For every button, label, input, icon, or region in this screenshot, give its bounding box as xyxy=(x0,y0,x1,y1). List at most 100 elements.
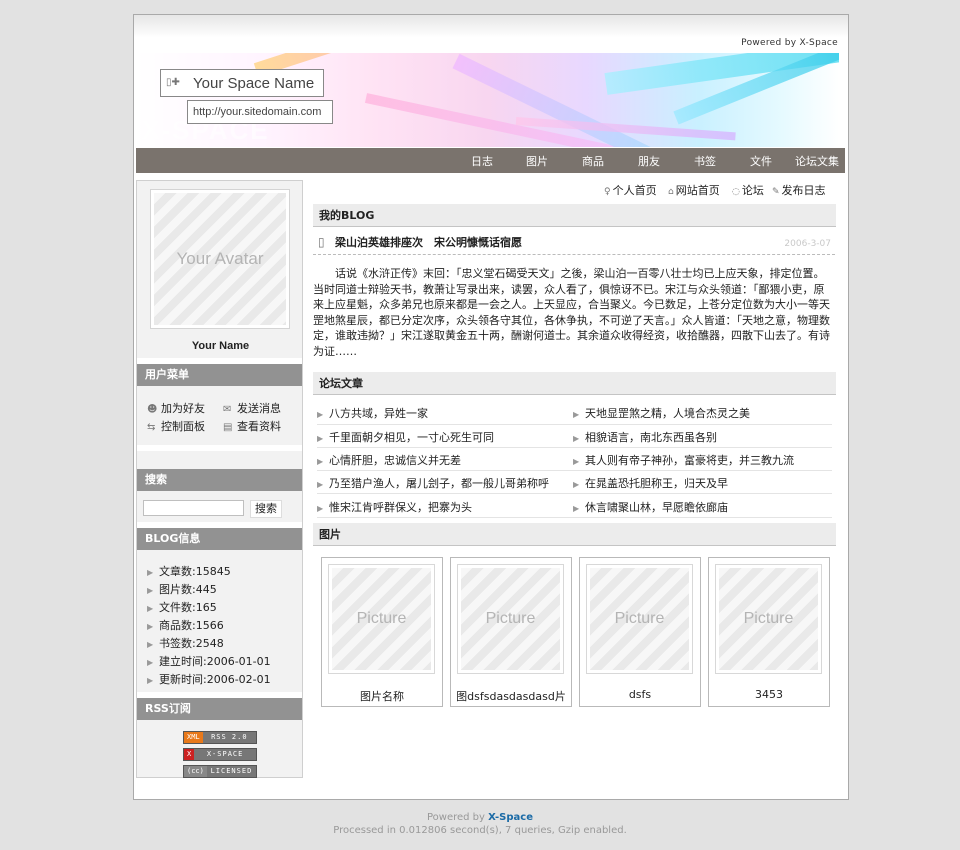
info-image-count: ▶ 图片数:445 xyxy=(147,581,217,597)
forum-item-label: 相貌语言，南北东西虽各别 xyxy=(585,431,717,444)
forum-item[interactable]: ▶ 其人则有帝子神孙，富豪将吏，并三教九流 xyxy=(573,452,794,468)
picture-placeholder: Picture xyxy=(461,568,560,670)
site-name-box[interactable]: ▯✚ Your Space Name xyxy=(160,69,324,97)
page-footer: Powered by X-Space Processed in 0.012806… xyxy=(0,811,960,837)
bullet-icon: ▶ xyxy=(147,658,154,667)
picture-frame: Picture xyxy=(457,564,564,674)
forum-item[interactable]: ▶ 相貌语言，南北东西虽各别 xyxy=(573,429,717,445)
info-text: 书签数:2548 xyxy=(159,637,224,650)
nav-item-forum-articles[interactable]: 论坛文集 xyxy=(795,153,839,169)
avatar-placeholder: Your Avatar xyxy=(154,193,286,325)
view-profile-link[interactable]: ▤ 查看资料 xyxy=(223,418,281,434)
picture-caption: 图dsfsdasdasdasd片 xyxy=(456,690,566,703)
main-nav: 日志 图片 商品 朋友 书签 文件 论坛文集 xyxy=(136,148,845,173)
xspace-badge[interactable]: X X-SPACE xyxy=(183,748,257,761)
forum-item[interactable]: ▶ 惟宋江肯呼群保义，把寨为头 xyxy=(317,499,472,515)
link-label: 网站首页 xyxy=(675,184,720,197)
picture-caption: dsfs xyxy=(628,688,652,701)
post-body: 话说《水浒正传》末回：「忠义堂石碣受天文」之後，梁山泊一百零八壮士均已上应天象，… xyxy=(313,267,830,358)
control-panel-link[interactable]: ⇆ 控制面板 xyxy=(147,418,205,434)
link-personal-home[interactable]: ♀ 个人首页 xyxy=(604,182,657,198)
nav-item-blog[interactable]: 日志 xyxy=(471,153,493,169)
add-friend-icon: ☻ xyxy=(147,404,158,415)
rss-header: RSS订阅 xyxy=(137,698,302,720)
forum-item[interactable]: ▶ 八方共域，异姓一家 xyxy=(317,405,428,421)
forum-item[interactable]: ▶ 心情肝胆，忠诚信义并无差 xyxy=(317,452,461,468)
forum-divider xyxy=(317,493,832,494)
site-name[interactable]: Your Space Name xyxy=(193,75,314,92)
forum-item-label: 在晁盖恐托胆称王，归天及早 xyxy=(585,477,728,490)
picture-placeholder: Picture xyxy=(332,568,431,670)
page-frame: Powered by X-Space X-SPACE ▯✚ Your Space… xyxy=(133,14,849,800)
info-text: 建立时间:2006-01-01 xyxy=(159,655,271,668)
post-title[interactable]: 梁山泊英雄排座次 宋公明慷慨话宿愿 xyxy=(335,234,522,250)
post-title-row: ▯ 梁山泊英雄排座次 宋公明慷慨话宿愿 2006-3-07 xyxy=(313,231,835,255)
link-publish-blog[interactable]: ✎ 发布日志 xyxy=(772,182,826,198)
nav-item-files[interactable]: 文件 xyxy=(750,153,772,169)
post-date: 2006-3-07 xyxy=(784,239,831,249)
rss-xml-badge[interactable]: XML RSS 2.0 xyxy=(183,731,257,744)
bullet-icon: ▶ xyxy=(317,434,324,443)
search-button[interactable]: 搜索 xyxy=(250,500,282,518)
forum-item[interactable]: ▶ 休言啸聚山林，早愿瞻依廊庙 xyxy=(573,499,728,515)
nav-item-images[interactable]: 图片 xyxy=(526,153,548,169)
link-forum[interactable]: ◌ 论坛 xyxy=(732,182,764,198)
bullet-icon: ▶ xyxy=(573,480,580,489)
forum-item[interactable]: ▶ 在晁盖恐托胆称王，归天及早 xyxy=(573,475,728,491)
top-bar: Powered by X-Space xyxy=(134,15,848,53)
picture-card[interactable]: Picture 图dsfsdasdasdasd片 xyxy=(450,557,572,707)
blog-section-header: 我的BLOG xyxy=(313,204,836,227)
nav-item-bookmarks[interactable]: 书签 xyxy=(694,153,716,169)
info-created-date: ▶ 建立时间:2006-01-01 xyxy=(147,653,271,669)
avatar: Your Avatar xyxy=(150,189,290,329)
bullet-icon: ▶ xyxy=(147,568,154,577)
forum-section-header: 论坛文章 xyxy=(313,372,836,395)
picture-frame: Picture xyxy=(328,564,435,674)
picture-card[interactable]: Picture 3453 xyxy=(708,557,830,707)
send-message-link[interactable]: ✉ 发送消息 xyxy=(223,400,281,416)
forum-item[interactable]: ▶ 天地显罡煞之精，人境合杰灵之美 xyxy=(573,405,750,421)
info-text: 文章数:15845 xyxy=(159,565,231,578)
badge-left: XML xyxy=(184,732,203,743)
badge-right: RSS 2.0 xyxy=(202,732,256,743)
info-goods-count: ▶ 商品数:1566 xyxy=(147,617,224,633)
pictures-section-header: 图片 xyxy=(313,523,836,546)
badge-right: LICENSED xyxy=(206,766,256,777)
nav-item-goods[interactable]: 商品 xyxy=(582,153,604,169)
cc-license-badge[interactable]: (cc) LICENSED xyxy=(183,765,257,778)
bullet-icon: ▶ xyxy=(573,434,580,443)
powered-by-top[interactable]: Powered by X-Space xyxy=(741,38,838,48)
bullet-icon: ▶ xyxy=(317,504,324,513)
info-article-count: ▶ 文章数:15845 xyxy=(147,563,231,579)
info-file-count: ▶ 文件数:165 xyxy=(147,599,217,615)
link-site-home[interactable]: ⌂ 网站首页 xyxy=(668,182,720,198)
user-name: Your Name xyxy=(191,340,250,352)
bullet-icon: ▶ xyxy=(147,586,154,595)
forum-divider xyxy=(317,447,832,448)
info-text: 商品数:1566 xyxy=(159,619,224,632)
picture-card[interactable]: Picture 图片名称 xyxy=(321,557,443,707)
search-input[interactable] xyxy=(143,500,244,516)
bullet-icon: ▶ xyxy=(317,480,324,489)
add-friend-link[interactable]: ☻ 加为好友 xyxy=(147,400,205,416)
blog-info-header: BLOG信息 xyxy=(137,528,302,550)
footer-brand-link[interactable]: X-Space xyxy=(488,812,533,823)
add-friend-label: 加为好友 xyxy=(161,402,205,415)
forum-item-label: 休言啸聚山林，早愿瞻依廊庙 xyxy=(585,501,728,514)
forum-item-label: 心情肝胆，忠诚信义并无差 xyxy=(329,454,461,467)
site-url[interactable]: http://your.sitedomain.com xyxy=(187,100,333,124)
link-label: 个人首页 xyxy=(612,184,657,197)
footer-powered: Powered by X-Space xyxy=(0,811,960,824)
forum-item[interactable]: ▶ 千里面朝夕相见，一寸心死生可同 xyxy=(317,429,494,445)
speech-bubble-icon: ◌ xyxy=(732,187,740,197)
forum-item-label: 八方共域，异姓一家 xyxy=(329,407,428,420)
forum-divider xyxy=(317,517,832,518)
forum-item[interactable]: ▶ 乃至猎户渔人，屠儿刽子，都一般儿哥弟称呼 xyxy=(317,475,549,491)
user-menu-header: 用户菜单 xyxy=(137,364,302,386)
nav-item-friends[interactable]: 朋友 xyxy=(638,153,660,169)
forum-item-label: 惟宋江肯呼群保义，把寨为头 xyxy=(329,501,472,514)
bullet-icon: ▶ xyxy=(147,604,154,613)
send-message-label: 发送消息 xyxy=(237,402,281,415)
picture-card[interactable]: Picture dsfs xyxy=(579,557,701,707)
home-icon: ⌂ xyxy=(668,187,674,197)
